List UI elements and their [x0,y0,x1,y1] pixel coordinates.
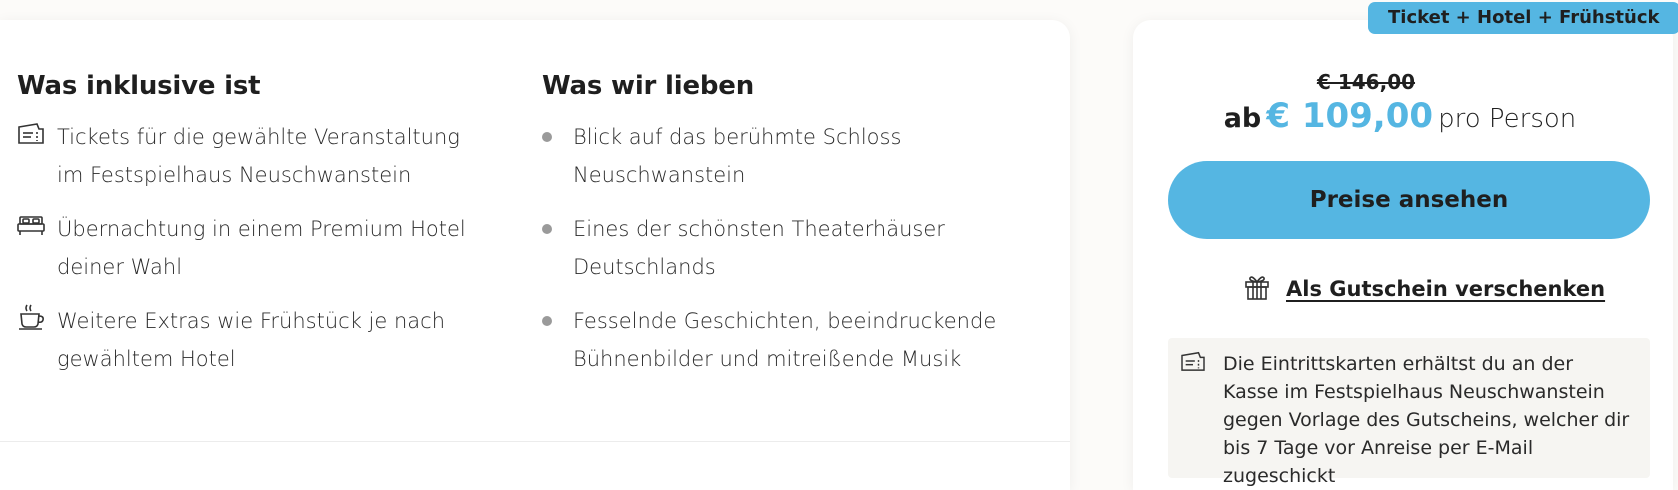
price-line: ab € 109,00 pro Person [1160,94,1640,144]
highlight-item-text: Eines der schönsten Theaterhäuser Deutsc… [573,217,945,279]
included-item: Tickets für die gewählte Veranstaltung i… [17,118,487,194]
bullet-icon [542,118,573,156]
price-prefix: ab [1223,103,1262,134]
old-price: € 146,00 [1316,70,1416,94]
package-details-card: Was inklusive ist Tickets für die gewähl… [0,20,1070,490]
ticket-icon [1180,350,1206,376]
included-item-text: Tickets für die gewählte Veranstaltung i… [57,125,460,187]
package-badge: Ticket + Hotel + Frühstück [1368,2,1678,34]
ticket-info-box: Die Eintrittskarten erhältst du an der K… [1168,338,1650,487]
bullet-icon [542,210,573,248]
price-suffix: pro Person [1438,104,1577,134]
included-item-text: Übernachtung in einem Premium Hotel dein… [57,217,466,279]
gift-voucher-link[interactable]: Als Gutschein verschenken [1286,277,1605,301]
highlight-item: Eines der schönsten Theaterhäuser Deutsc… [542,210,1042,286]
coffee-cup-icon [17,302,57,332]
card-divider [0,441,1070,442]
included-title: Was inklusive ist [17,71,261,101]
bullet-icon [542,302,573,340]
view-prices-button[interactable]: Preise ansehen [1168,161,1650,239]
current-price: € 109,00 [1266,96,1434,136]
gift-voucher-row[interactable]: Als Gutschein verschenken [1244,272,1605,306]
highlights-title: Was wir lieben [542,71,755,101]
highlight-item-text: Fesselnde Geschichten, beeindruckende Bü… [573,309,997,371]
highlight-item: Blick auf das berühmte Schloss Neuschwan… [542,118,1042,194]
included-item: Übernachtung in einem Premium Hotel dein… [17,210,487,286]
highlights-section: Was wir lieben Blick auf das berühmte Sc… [542,68,1042,394]
included-item: Weitere Extras wie Frühstück je nach gew… [17,302,487,378]
ticket-info-text: Die Eintrittskarten erhältst du an der K… [1223,353,1630,487]
highlight-item-text: Blick auf das berühmte Schloss Neuschwan… [573,125,902,187]
ticket-icon [17,118,57,148]
highlight-item: Fesselnde Geschichten, beeindruckende Bü… [542,302,1042,378]
included-item-text: Weitere Extras wie Frühstück je nach gew… [57,309,445,371]
included-section: Was inklusive ist Tickets für die gewähl… [17,68,487,394]
gift-icon [1244,273,1270,305]
bed-icon [17,210,57,240]
